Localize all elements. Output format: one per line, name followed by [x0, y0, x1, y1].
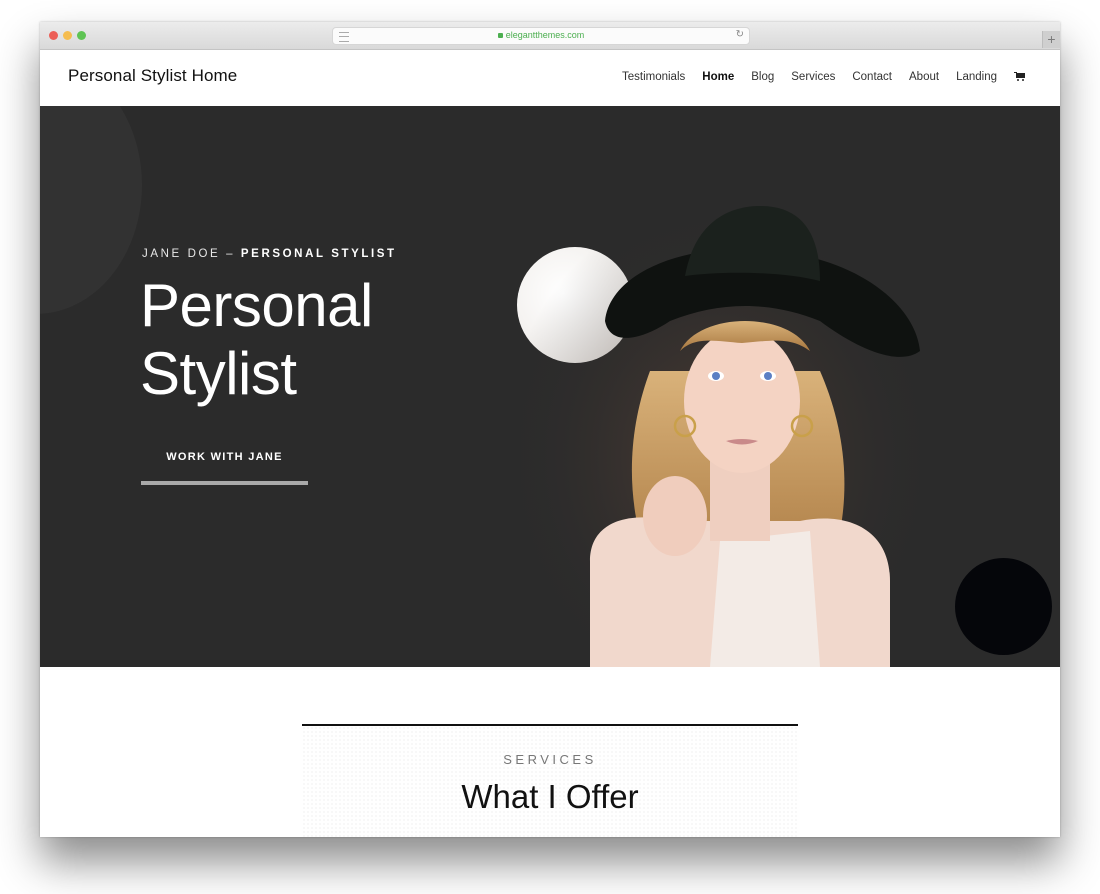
maximize-window-button[interactable] [77, 31, 86, 40]
address-bar[interactable]: elegantthemes.com ↻ [332, 27, 750, 45]
nav-item-services[interactable]: Services [791, 71, 835, 83]
site-header: Personal Stylist Home Testimonials Home … [40, 50, 1060, 106]
hero-portrait-photo [520, 201, 920, 667]
hero-title-line1: Personal [140, 272, 373, 339]
hero-eyebrow: JANE DOE – PERSONAL STYLIST [142, 248, 397, 260]
services-eyebrow: SERVICES [503, 752, 597, 767]
lock-icon [497, 33, 503, 38]
close-window-button[interactable] [49, 31, 58, 40]
nav-item-blog[interactable]: Blog [751, 71, 774, 83]
services-title: What I Offer [461, 778, 639, 815]
nav-item-contact[interactable]: Contact [852, 71, 892, 83]
reload-icon[interactable]: ↻ [736, 29, 744, 40]
new-tab-button[interactable]: + [1042, 31, 1060, 48]
hero-title: Personal Stylist [140, 272, 373, 408]
services-heading-box: SERVICES What I Offer [302, 724, 798, 837]
services-section: SERVICES What I Offer [40, 667, 1060, 837]
nav-item-landing[interactable]: Landing [956, 71, 997, 83]
decorative-circle-gray [40, 106, 142, 314]
minimize-window-button[interactable] [63, 31, 72, 40]
hero-eyebrow-role: PERSONAL STYLIST [240, 248, 397, 260]
site-logo[interactable]: Personal Stylist Home [68, 66, 237, 86]
hero-eyebrow-name: JANE DOE – [142, 248, 236, 260]
work-with-jane-button[interactable]: WORK WITH JANE [141, 442, 308, 485]
hero-section: JANE DOE – PERSONAL STYLIST Personal Sty… [40, 106, 1060, 667]
shopping-cart-icon[interactable] [1014, 72, 1026, 82]
hero-title-line2: Stylist [140, 340, 297, 407]
nav-item-home[interactable]: Home [702, 71, 734, 83]
decorative-circle-black [955, 558, 1052, 655]
main-nav: Testimonials Home Blog Services Contact … [605, 71, 1026, 83]
nav-item-about[interactable]: About [909, 71, 939, 83]
url-text: elegantthemes.com [505, 30, 585, 40]
browser-titlebar: elegantthemes.com ↻ + [40, 22, 1060, 50]
browser-window: elegantthemes.com ↻ + Personal Stylist H… [40, 22, 1060, 837]
nav-item-testimonials[interactable]: Testimonials [622, 71, 685, 83]
